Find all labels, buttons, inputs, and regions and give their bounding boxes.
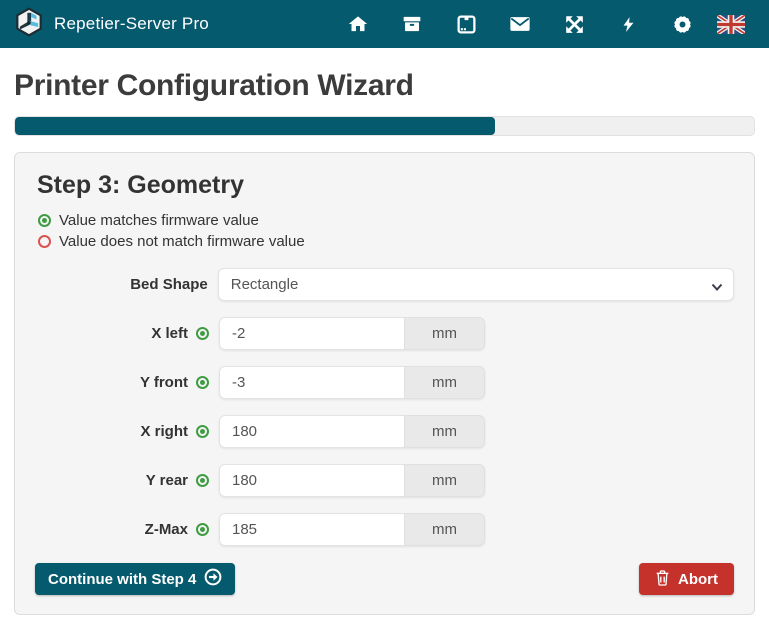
match-status-icon [196,376,209,389]
z-max-input[interactable] [219,513,404,546]
nav-icons [331,0,753,48]
field-row-z-max: Z-Max mm [35,513,734,546]
lightning-icon [620,14,637,35]
nav-printers[interactable] [439,0,493,48]
match-status-icon [196,523,209,536]
y-front-label: Y front [35,374,209,391]
step-title: Step 3: Geometry [37,171,734,200]
abort-label: Abort [678,571,718,588]
y-front-unit: mm [404,366,485,399]
x-right-input[interactable] [219,415,404,448]
repetier-logo-icon [14,7,44,42]
x-left-label: X left [35,325,209,342]
z-max-label: Z-Max [35,521,209,538]
nav-archive[interactable] [385,0,439,48]
y-front-input-group: mm [219,366,485,399]
printer-icon [456,14,477,35]
arrow-circle-right-icon [204,568,222,590]
bed-shape-select[interactable]: Rectangle [218,268,734,301]
brand-title: Repetier-Server Pro [54,14,209,34]
bed-shape-select-wrap: Rectangle [218,268,734,301]
legend-mismatch-label: Value does not match firmware value [59,233,305,250]
continue-step4-button[interactable]: Continue with Step 4 [35,563,235,595]
envelope-icon [509,13,531,35]
bed-shape-label: Bed Shape [35,276,208,293]
y-rear-input[interactable] [219,464,404,497]
wizard-progress-bar [14,116,755,136]
x-left-unit: mm [404,317,485,350]
match-status-icon [196,425,209,438]
y-front-input[interactable] [219,366,404,399]
z-max-input-group: mm [219,513,485,546]
wizard-actions: Continue with Step 4 Abort [35,563,734,595]
match-status-icon [196,327,209,340]
match-status-icon [38,214,51,227]
field-row-y-front: Y front mm [35,366,734,399]
legend-match: Value matches firmware value [38,210,734,231]
x-right-label: X right [35,423,209,440]
archive-box-icon [402,14,422,34]
top-navigation-bar: Repetier-Server Pro [0,0,769,48]
home-icon [348,14,368,34]
status-legend: Value matches firmware value Value does … [38,210,734,252]
nav-home[interactable] [331,0,385,48]
expand-arrows-icon [564,14,585,35]
legend-mismatch: Value does not match firmware value [38,231,734,252]
x-left-input[interactable] [219,317,404,350]
wizard-progress-fill [15,117,495,135]
y-rear-input-group: mm [219,464,485,497]
page-title: Printer Configuration Wizard [14,69,755,103]
match-status-icon [196,474,209,487]
x-right-unit: mm [404,415,485,448]
nav-power[interactable] [601,0,655,48]
nav-messages[interactable] [493,0,547,48]
field-row-y-rear: Y rear mm [35,464,734,497]
z-max-unit: mm [404,513,485,546]
legend-match-label: Value matches firmware value [59,212,259,229]
y-rear-label: Y rear [35,472,209,489]
continue-label: Continue with Step 4 [48,571,196,588]
x-left-input-group: mm [219,317,485,350]
x-right-input-group: mm [219,415,485,448]
y-rear-unit: mm [404,464,485,497]
abort-button[interactable]: Abort [639,563,734,595]
field-row-bed-shape: Bed Shape Rectangle [35,268,734,301]
mismatch-status-icon [38,235,51,248]
brand[interactable]: Repetier-Server Pro [14,7,209,42]
field-row-x-right: X right mm [35,415,734,448]
gear-icon [672,14,693,35]
field-row-x-left: X left mm [35,317,734,350]
wizard-step-panel: Step 3: Geometry Value matches firmware … [14,152,755,615]
uk-flag-icon [717,15,745,34]
nav-settings[interactable] [655,0,709,48]
nav-language[interactable] [709,0,753,48]
nav-move[interactable] [547,0,601,48]
trash-icon [655,569,670,590]
